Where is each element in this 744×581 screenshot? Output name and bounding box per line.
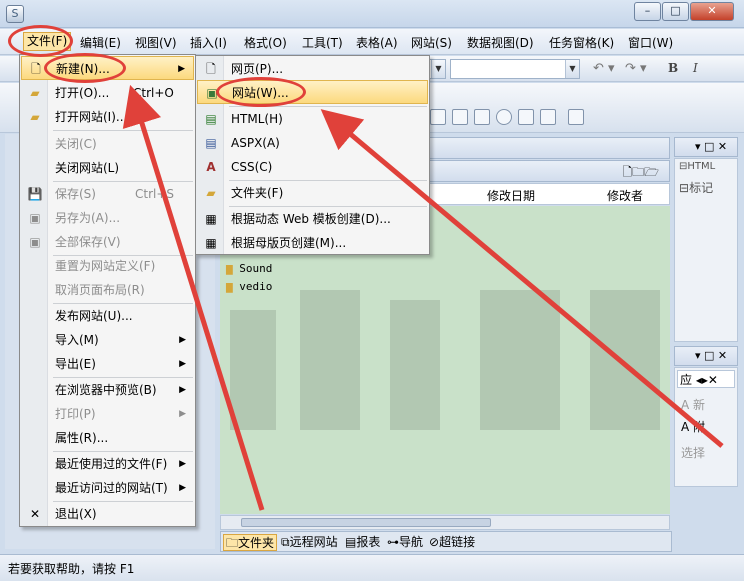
annotation-arrow	[122, 84, 265, 511]
annotation-arrow	[320, 109, 724, 448]
annotation-arrows	[122, 84, 724, 511]
